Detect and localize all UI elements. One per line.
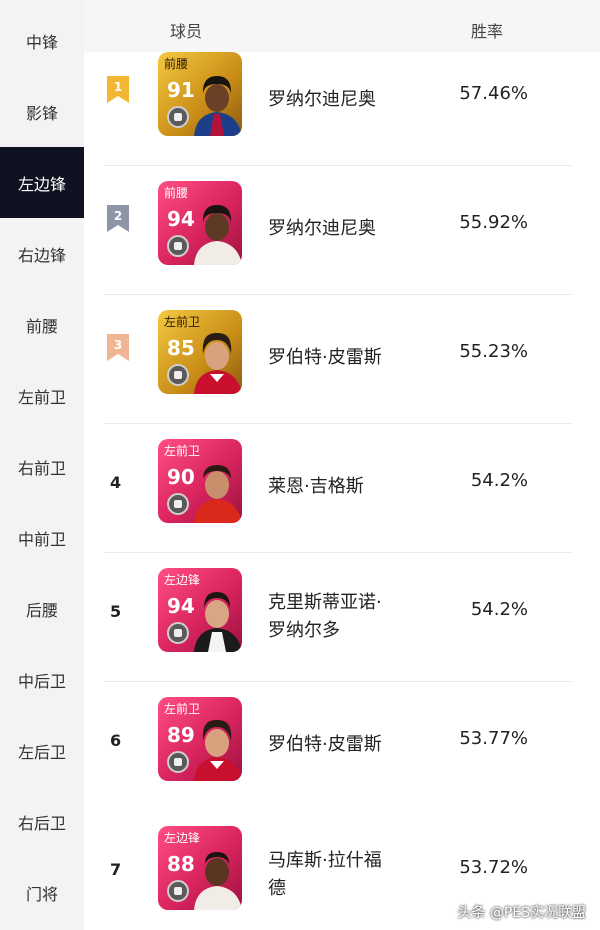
- card-position: 前腰: [164, 186, 189, 200]
- win-rate: 54.2%: [470, 599, 528, 620]
- player-name-line1: 克里斯蒂亚诺·: [268, 592, 382, 613]
- player-row[interactable]: 5 左边锋 94 克里斯蒂亚诺· 罗纳尔多 54.2%: [84, 553, 600, 682]
- player-name: 罗纳尔迪尼奥: [268, 218, 376, 239]
- club-crest-icon: [167, 622, 189, 644]
- player-name: 罗纳尔迪尼奥: [268, 89, 376, 110]
- win-rate: 57.46%: [459, 83, 528, 104]
- player-name-line2: 德: [268, 878, 286, 899]
- player-card[interactable]: 左边锋 94: [158, 568, 242, 652]
- rank-badge-icon: [107, 76, 129, 103]
- sidebar-item-gk[interactable]: 门将: [0, 857, 84, 928]
- sidebar-item-lwf[interactable]: 左边锋: [0, 147, 84, 218]
- sidebar-item-cb[interactable]: 中后卫: [0, 644, 84, 715]
- player-name: 马库斯·拉什福 德: [268, 847, 418, 903]
- player-row[interactable]: 2 前腰 94 罗纳尔迪尼奥 55.92%: [84, 166, 600, 295]
- sidebar-item-lmf[interactable]: 左前卫: [0, 360, 84, 431]
- club-crest-icon: [167, 364, 189, 386]
- rank-number: 4: [110, 473, 122, 492]
- win-rate: 55.23%: [459, 341, 528, 362]
- rank-badge-icon: [107, 334, 129, 361]
- sidebar-item-lb[interactable]: 左后卫: [0, 715, 84, 786]
- player-card[interactable]: 左边锋 88: [158, 826, 242, 910]
- rank-badge-icon: [107, 205, 129, 232]
- player-row[interactable]: 1 前腰 91 罗纳尔迪尼奥 57.46%: [84, 37, 600, 166]
- player-card[interactable]: 前腰 91: [158, 52, 242, 136]
- club-crest-icon: [167, 493, 189, 515]
- rank-number: 5: [110, 602, 122, 621]
- player-row[interactable]: 4 左前卫 90 莱恩·吉格斯 54.2%: [84, 424, 600, 553]
- position-sidebar: 中锋 影锋 左边锋 右边锋 前腰 左前卫 右前卫 中前卫 后腰 中后卫 左后卫 …: [0, 0, 84, 930]
- club-crest-icon: [167, 106, 189, 128]
- win-rate: 55.92%: [459, 212, 528, 233]
- player-name-line1: 马库斯·拉什福: [268, 850, 382, 871]
- player-card[interactable]: 左前卫 90: [158, 439, 242, 523]
- club-crest-icon: [167, 235, 189, 257]
- player-portrait-icon: [194, 719, 242, 781]
- sidebar-item-rmf[interactable]: 右前卫: [0, 431, 84, 502]
- sidebar-item-dmf[interactable]: 后腰: [0, 573, 84, 644]
- sidebar-item-ss[interactable]: 影锋: [0, 76, 84, 147]
- player-name: 罗伯特·皮雷斯: [268, 734, 382, 755]
- player-portrait-icon: [194, 205, 242, 265]
- sidebar-item-rwf[interactable]: 右边锋: [0, 218, 84, 289]
- player-name: 克里斯蒂亚诺· 罗纳尔多: [268, 589, 418, 645]
- player-name-line2: 罗纳尔多: [268, 620, 340, 641]
- player-name: 莱恩·吉格斯: [268, 476, 364, 497]
- player-card[interactable]: 左前卫 89: [158, 697, 242, 781]
- win-rate: 54.2%: [470, 470, 528, 491]
- sidebar-item-cf[interactable]: 中锋: [0, 5, 84, 76]
- player-portrait-icon: [194, 332, 242, 394]
- club-crest-icon: [167, 751, 189, 773]
- player-portrait-icon: [194, 465, 242, 523]
- sidebar-item-cmf[interactable]: 中前卫: [0, 502, 84, 573]
- player-name: 罗伯特·皮雷斯: [268, 347, 382, 368]
- club-crest-icon: [167, 880, 189, 902]
- watermark: 头条 @PES实况联盟: [457, 905, 586, 921]
- rank-number: 7: [110, 860, 122, 879]
- win-rate: 53.77%: [459, 728, 528, 749]
- card-position: 前腰: [164, 57, 189, 71]
- player-row[interactable]: 6 左前卫 89 罗伯特·皮雷斯 53.77%: [84, 682, 600, 811]
- player-portrait-icon: [194, 852, 242, 910]
- player-card[interactable]: 前腰 94: [158, 181, 242, 265]
- win-rate: 53.72%: [459, 857, 528, 878]
- sidebar-item-rb[interactable]: 右后卫: [0, 786, 84, 857]
- player-portrait-icon: [194, 76, 242, 136]
- rank-number: 6: [110, 731, 122, 750]
- player-card[interactable]: 左前卫 85: [158, 310, 242, 394]
- player-portrait-icon: [194, 592, 242, 652]
- sidebar-item-amf[interactable]: 前腰: [0, 289, 84, 360]
- player-row[interactable]: 3 左前卫 85 罗伯特·皮雷斯 55.23%: [84, 295, 600, 424]
